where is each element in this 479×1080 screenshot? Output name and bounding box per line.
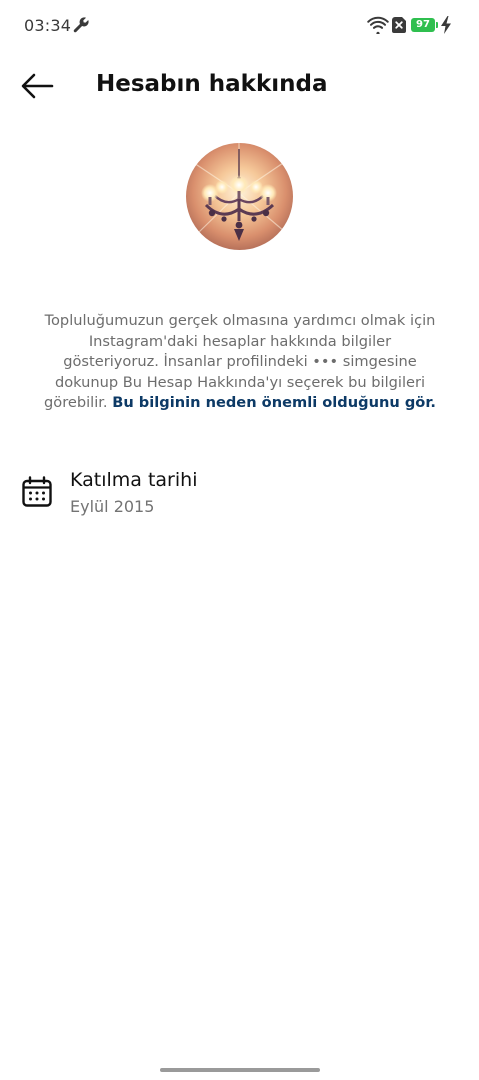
- wrench-icon: [73, 17, 89, 33]
- header: Hesabın hakkında: [0, 60, 479, 112]
- wifi-icon: [367, 16, 389, 34]
- join-date-value: Eylül 2015: [70, 497, 155, 516]
- home-indicator[interactable]: [160, 1068, 320, 1072]
- bolt-icon: [441, 16, 451, 34]
- join-date-row: Katılma tarihi Eylül 2015: [0, 466, 479, 524]
- back-button[interactable]: [18, 70, 56, 102]
- chandelier-photo: [186, 143, 293, 250]
- status-time: 03:34: [24, 16, 72, 35]
- battery-icon: 97: [411, 18, 435, 32]
- learn-more-link[interactable]: Bu bilginin neden önemli olduğunu gör.: [112, 394, 436, 411]
- arrow-left-icon: [21, 73, 54, 99]
- page-title: Hesabın hakkında: [96, 71, 328, 97]
- sim-x-icon: [392, 17, 406, 33]
- avatar[interactable]: [186, 143, 293, 250]
- info-description: Topluluğumuzun gerçek olmasına yardımcı …: [40, 311, 440, 414]
- status-bar: 03:34 97: [0, 0, 479, 52]
- join-date-label: Katılma tarihi: [70, 469, 198, 491]
- battery-terminal: [436, 22, 438, 28]
- calendar-icon: [22, 476, 52, 507]
